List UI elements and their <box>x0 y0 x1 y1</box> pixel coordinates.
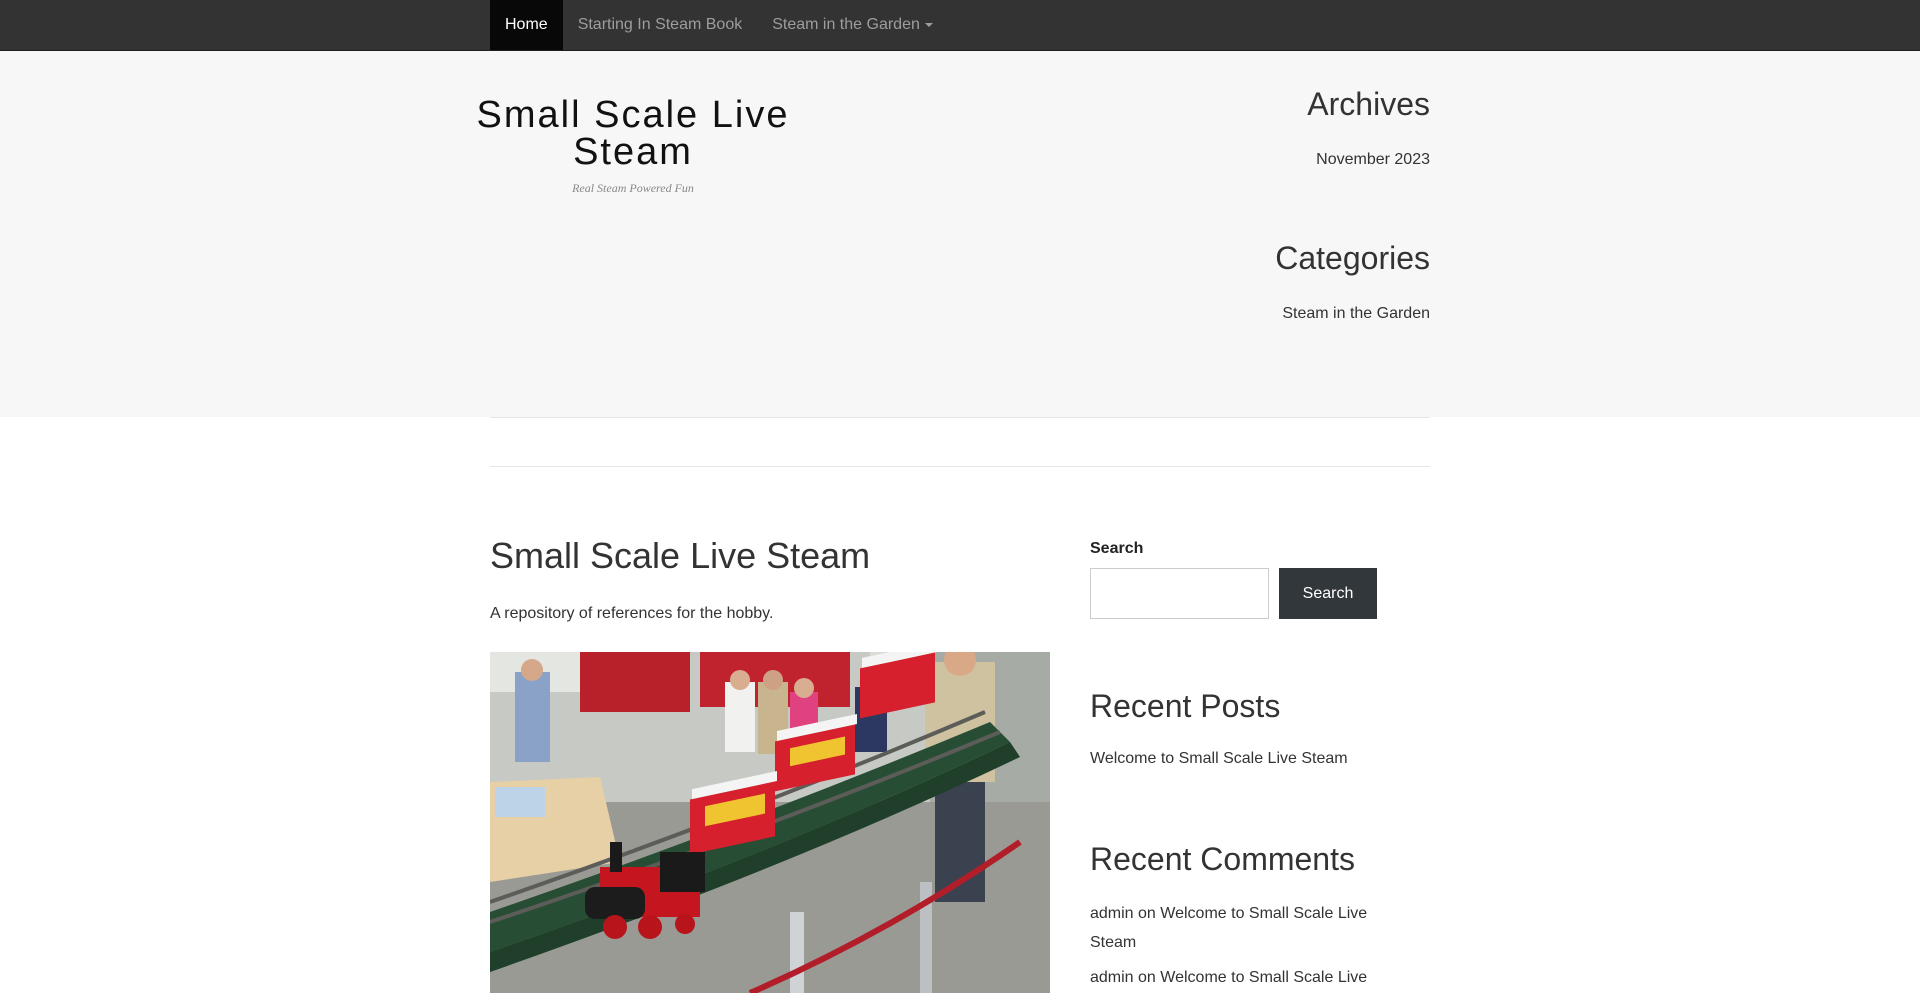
recent-posts-heading: Recent Posts <box>1090 688 1281 724</box>
divider <box>490 417 1430 418</box>
recent-post-link[interactable]: Welcome to Small Scale Live Steam <box>1090 750 1348 768</box>
page-title: Small Scale Live Steam <box>490 535 871 576</box>
nav-item-steam-in-the-garden-label: Steam in the Garden <box>772 16 920 33</box>
comment-post-link[interactable]: Welcome to Small Scale Live <box>1160 969 1367 986</box>
comment-author[interactable]: admin <box>1090 969 1134 986</box>
divider <box>490 466 1430 467</box>
recent-comments-heading: Recent Comments <box>1090 841 1355 877</box>
live-steam-train-photo <box>490 652 1050 993</box>
search-label: Search <box>1090 540 1144 557</box>
site-title[interactable]: Small Scale Live Steam <box>470 96 796 171</box>
search-input[interactable] <box>1090 568 1269 619</box>
main-menu: Home Starting In Steam Book Steam in the… <box>490 0 948 50</box>
comment-on-text: on <box>1138 969 1156 986</box>
site-description: Real Steam Powered Fun <box>572 181 694 195</box>
recent-comment-item: admin on Welcome to Small Scale Live Ste… <box>1090 899 1390 957</box>
categories-heading: Categories <box>1275 240 1430 276</box>
site-header <box>0 51 1920 417</box>
top-navbar: Home Starting In Steam Book Steam in the… <box>0 0 1920 51</box>
caret-down-icon <box>924 22 933 27</box>
page-intro-text: A repository of references for the hobby… <box>490 605 774 622</box>
search-button[interactable]: Search <box>1279 568 1377 619</box>
nav-item-starting-in-steam-book[interactable]: Starting In Steam Book <box>563 0 758 50</box>
categories-link-steam-in-the-garden[interactable]: Steam in the Garden <box>1282 305 1430 323</box>
comment-author[interactable]: admin <box>1090 905 1134 922</box>
nav-item-steam-in-the-garden[interactable]: Steam in the Garden <box>757 0 948 50</box>
train-photo-illustration <box>490 652 1050 993</box>
nav-item-home[interactable]: Home <box>490 0 563 50</box>
archives-heading: Archives <box>1307 86 1430 122</box>
recent-comment-item: admin on Welcome to Small Scale Live <box>1090 963 1390 992</box>
comment-on-text: on <box>1138 905 1156 922</box>
archives-link-november-2023[interactable]: November 2023 <box>1316 151 1430 169</box>
